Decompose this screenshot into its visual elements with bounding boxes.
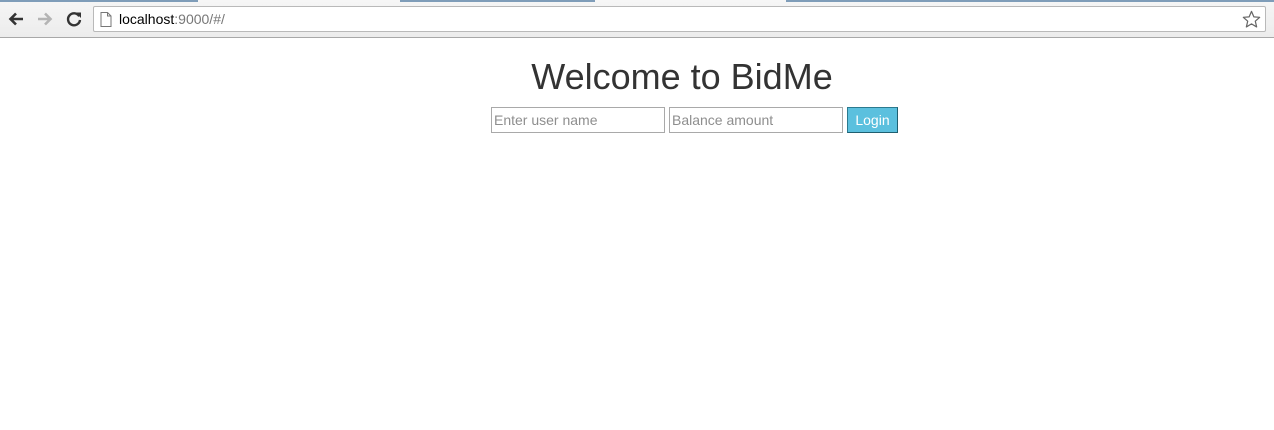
back-button[interactable] xyxy=(6,9,26,29)
url-host: localhost xyxy=(119,11,175,27)
reload-icon xyxy=(65,10,83,28)
tab-edge xyxy=(400,0,595,2)
url-path: :9000/#/ xyxy=(174,11,225,27)
browser-toolbar: localhost:9000/#/ xyxy=(0,0,1274,38)
page-content: Welcome to BidMe Login xyxy=(0,38,1274,430)
balance-input[interactable] xyxy=(669,107,843,133)
forward-button[interactable] xyxy=(35,9,55,29)
tab-edge xyxy=(786,0,1274,2)
login-button[interactable]: Login xyxy=(847,107,898,133)
page-title: Welcome to BidMe xyxy=(531,56,833,97)
address-bar[interactable]: localhost:9000/#/ xyxy=(93,6,1266,32)
reload-button[interactable] xyxy=(64,9,84,29)
url-text[interactable]: localhost:9000/#/ xyxy=(119,11,225,28)
page-icon xyxy=(100,12,112,32)
back-arrow-icon xyxy=(7,10,25,28)
tab-edge xyxy=(0,0,198,2)
forward-arrow-icon xyxy=(36,10,54,28)
star-icon[interactable] xyxy=(1242,10,1261,34)
username-input[interactable] xyxy=(491,107,665,133)
